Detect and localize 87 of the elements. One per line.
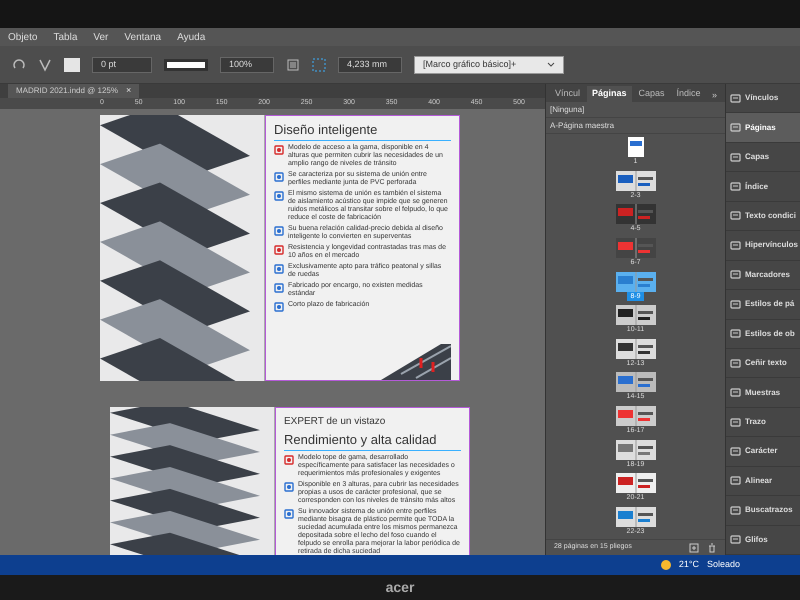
close-button[interactable]: × xyxy=(126,84,132,98)
panel-tab[interactable]: Índice xyxy=(672,86,706,102)
menu-item[interactable]: Ventana xyxy=(124,30,162,44)
master-page-item[interactable]: [Ninguna] xyxy=(546,102,725,118)
panel-icon xyxy=(730,387,741,398)
panel-menu-button[interactable]: » xyxy=(712,88,721,102)
feature-icon xyxy=(274,190,284,201)
panel-tab[interactable]: Páginas xyxy=(587,86,632,102)
kicker-text: EXPERT de un vistazo xyxy=(284,414,386,428)
object-style-dropdown[interactable]: [Marco gráfico básico]+ xyxy=(414,56,564,74)
panel-icon xyxy=(730,504,741,516)
spread-thumbnail[interactable] xyxy=(616,473,656,494)
spread-thumbnail[interactable] xyxy=(628,137,644,157)
feature-icon xyxy=(274,302,284,312)
panel-icon xyxy=(730,240,741,251)
spread-thumbnail[interactable] xyxy=(616,406,656,426)
fill-swatch[interactable] xyxy=(64,58,80,72)
feature-icon xyxy=(274,264,284,274)
panel-button[interactable]: Texto condici xyxy=(726,202,800,232)
spread-thumbnail[interactable] xyxy=(616,372,656,392)
panel-icon xyxy=(730,92,741,104)
panel-button[interactable]: Índice xyxy=(726,172,800,202)
panel-button[interactable]: Buscatrazos xyxy=(726,496,800,526)
document-tab[interactable]: MADRID 2021.indd @ 125% × xyxy=(8,84,140,98)
feature-icon xyxy=(284,454,294,465)
panel-button[interactable]: Muestras xyxy=(726,378,800,408)
panel-icon xyxy=(730,122,741,134)
panel-icon xyxy=(730,328,741,340)
panel-icon xyxy=(730,416,741,428)
panel-icon xyxy=(730,181,741,192)
master-page-item[interactable]: A-Página maestra xyxy=(546,118,725,134)
feature-icon xyxy=(284,508,294,519)
feature-icon xyxy=(274,172,284,182)
menu-item[interactable]: Ayuda xyxy=(177,30,206,44)
spread-thumbnail[interactable] xyxy=(616,440,656,460)
panel-icon xyxy=(730,358,741,369)
doormat-drawing xyxy=(381,344,451,380)
panel-button[interactable]: Hipervínculos xyxy=(726,231,800,261)
panel-button[interactable]: Alinear xyxy=(726,466,800,496)
panel-button[interactable]: Carácter xyxy=(726,437,800,467)
panel-button[interactable]: Ceñir texto xyxy=(726,348,800,378)
panel-icon xyxy=(730,446,741,457)
panel-tab[interactable]: Víncul xyxy=(550,86,586,102)
offset-field[interactable]: 4,233 mm xyxy=(338,56,402,72)
spread-thumbnail[interactable] xyxy=(616,238,656,258)
frame-icon[interactable] xyxy=(312,58,326,72)
menu-item[interactable]: Ver xyxy=(93,30,108,44)
panel-button[interactable]: Trazo xyxy=(726,408,800,438)
stroke-weight-field[interactable]: 0 pt xyxy=(92,56,152,72)
menu-item[interactable]: Tabla xyxy=(53,30,78,44)
scale-field[interactable]: 100% xyxy=(220,56,274,72)
feature-icon xyxy=(274,226,284,236)
panel-button[interactable]: Marcadores xyxy=(726,260,800,290)
panel-icon xyxy=(730,152,741,163)
panel-icon xyxy=(730,210,741,222)
spread-thumbnail[interactable] xyxy=(616,305,656,326)
panel-button[interactable]: Estilos de ob xyxy=(726,320,800,349)
panel-icon xyxy=(730,475,741,486)
page-heading: Rendimiento y alta calidad xyxy=(284,432,461,451)
feature-icon xyxy=(274,144,284,155)
feature-icon xyxy=(274,282,284,293)
stroke-style-preview[interactable] xyxy=(164,58,208,70)
feature-icon xyxy=(274,244,284,255)
spread-thumbnail[interactable] xyxy=(616,204,656,224)
spread-thumbnail[interactable] xyxy=(616,338,656,359)
panel-button[interactable]: Capas xyxy=(726,142,800,172)
feature-icon xyxy=(284,482,294,492)
caret-icon xyxy=(547,62,555,68)
weather-text: Soleado xyxy=(706,558,740,572)
panel-button[interactable]: Páginas xyxy=(726,113,800,143)
panel-button[interactable]: Estilos de pá xyxy=(726,290,800,320)
panel-icon xyxy=(730,534,741,546)
sun-icon xyxy=(660,560,671,570)
menu-item[interactable]: Objeto xyxy=(8,30,38,44)
panel-icon xyxy=(730,298,741,310)
trash-icon[interactable] xyxy=(707,542,717,552)
spread-thumbnail[interactable] xyxy=(616,506,656,527)
spread-thumbnail[interactable] xyxy=(616,170,656,191)
panel-tab[interactable]: Capas xyxy=(634,86,670,102)
page-heading: Diseño inteligente xyxy=(274,122,451,141)
align-icon[interactable] xyxy=(286,58,300,72)
panel-icon xyxy=(730,269,741,280)
temperature-text: 21°C xyxy=(678,558,699,572)
new-page-icon[interactable] xyxy=(689,542,699,552)
monitor-logo: acer xyxy=(386,578,414,597)
flip-icon[interactable] xyxy=(38,58,52,72)
spread-thumbnail[interactable] xyxy=(616,272,656,292)
